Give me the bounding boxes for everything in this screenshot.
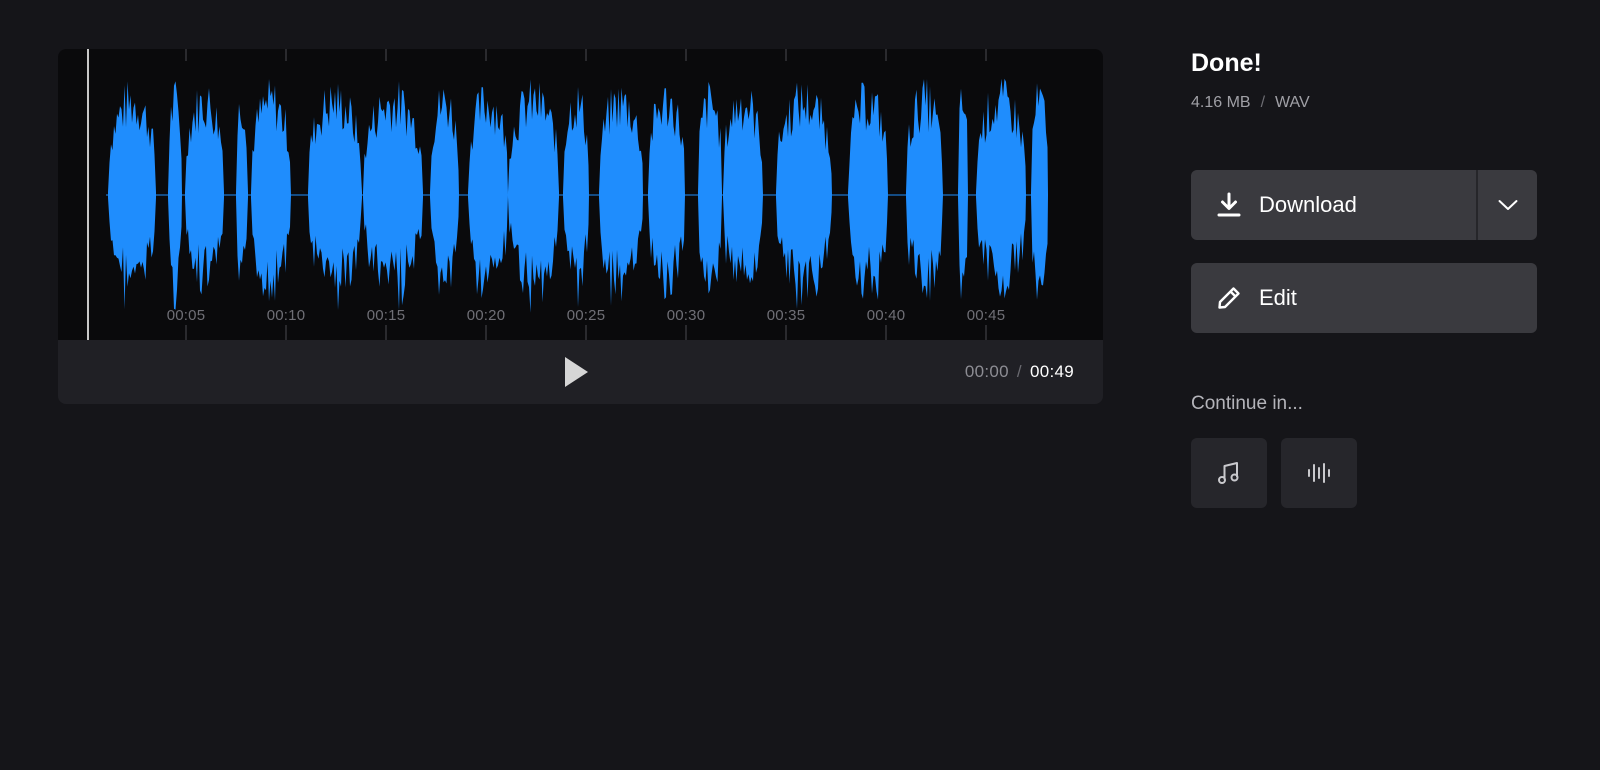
file-format: WAV <box>1275 94 1310 111</box>
audio-player: 00:05 00:10 00:15 00:20 00:25 00:30 00:35 00:40… <box>58 49 1103 404</box>
pencil-icon <box>1215 284 1243 312</box>
continue-label: Continue in... <box>1191 393 1303 414</box>
download-icon <box>1215 191 1243 219</box>
edit-label: Edit <box>1259 285 1297 310</box>
status-title: Done! <box>1191 49 1262 77</box>
waveform-segment <box>848 82 888 300</box>
waveform-segment <box>563 86 589 308</box>
music-app-button[interactable] <box>1191 438 1267 508</box>
waveform-segment <box>508 79 559 313</box>
tick-label: 00:45 <box>966 307 1006 324</box>
download-button-group: Download <box>1191 170 1537 240</box>
tick-label: 00:05 <box>166 307 206 324</box>
waveform-segment <box>363 81 423 311</box>
time-display: 00:00 / 00:49 <box>965 362 1074 382</box>
waveform-segment <box>430 89 459 295</box>
result-panel: Done! 4.16 MB / WAV Download Edit Contin… <box>1191 0 1537 770</box>
chevron-down-icon <box>1498 200 1517 210</box>
audio-bars-icon <box>1308 463 1330 483</box>
waveform-segment <box>698 81 722 294</box>
tick-label: 00:20 <box>466 307 506 324</box>
waveform-segment <box>308 83 362 310</box>
time-separator: / <box>1016 362 1022 381</box>
waveform-segment <box>906 78 943 302</box>
waveform-segment <box>976 78 1026 299</box>
meta-separator: / <box>1260 94 1266 111</box>
edit-button[interactable]: Edit <box>1191 263 1537 333</box>
current-time: 00:00 <box>964 362 1009 381</box>
tick-label: 00:15 <box>366 307 406 324</box>
waveform-segment <box>958 88 968 300</box>
file-meta: 4.16 MB / WAV <box>1191 94 1310 112</box>
playhead[interactable] <box>87 49 89 340</box>
waveform-segment <box>236 103 248 281</box>
waveform-segment <box>723 90 763 284</box>
waveform-segment <box>599 87 643 306</box>
file-size: 4.16 MB <box>1191 94 1251 111</box>
download-options-button[interactable] <box>1478 170 1537 240</box>
music-note-icon <box>1218 462 1239 484</box>
player-controls: 00:00 / 00:49 <box>58 340 1103 404</box>
waveform-segment <box>1031 83 1048 300</box>
tick-label: 00:10 <box>266 307 306 324</box>
tick-label: 00:35 <box>766 307 806 324</box>
waveform-segment <box>468 87 508 299</box>
waveform-segment <box>185 88 224 295</box>
download-button[interactable]: Download <box>1191 170 1476 240</box>
play-icon <box>565 357 588 387</box>
waveform-graphic <box>106 49 1048 340</box>
download-label: Download <box>1259 192 1357 217</box>
play-button[interactable] <box>558 354 594 390</box>
waveform-segment <box>648 88 685 300</box>
total-time: 00:49 <box>1029 362 1074 381</box>
tick-label: 00:25 <box>566 307 606 324</box>
tick-label: 00:40 <box>866 307 906 324</box>
tick-label: 00:30 <box>666 307 706 324</box>
waveform-segment <box>776 82 832 309</box>
waveform[interactable]: 00:05 00:10 00:15 00:20 00:25 00:30 00:35 00:40… <box>58 49 1103 340</box>
waveform-segment <box>251 79 291 302</box>
audio-editor-app-button[interactable] <box>1281 438 1357 508</box>
